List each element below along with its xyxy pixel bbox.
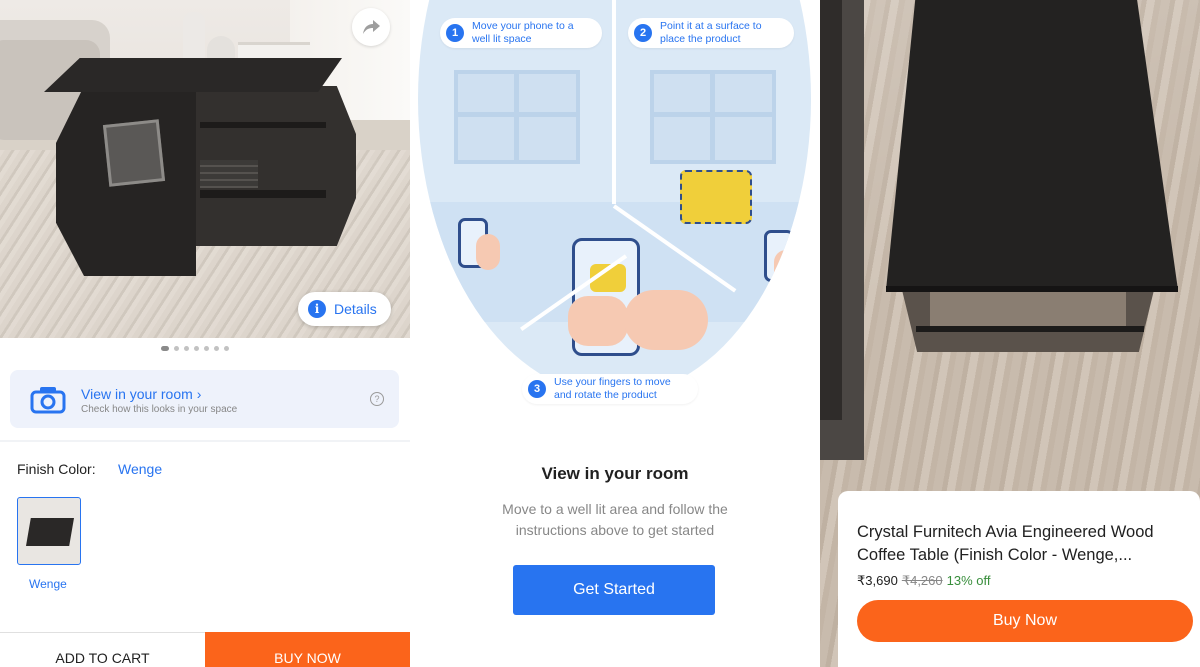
product-image[interactable]: i Details bbox=[0, 0, 410, 338]
instruction-step-2: 2 Point it at a surface to place the pro… bbox=[628, 18, 794, 48]
details-button[interactable]: i Details bbox=[298, 292, 391, 326]
step-number: 3 bbox=[528, 380, 546, 398]
original-price: ₹4,260 bbox=[901, 573, 943, 588]
carousel-dot[interactable] bbox=[174, 346, 179, 351]
carousel-dot[interactable] bbox=[224, 346, 229, 351]
info-icon: i bbox=[308, 300, 326, 318]
swatch-thumbnail bbox=[26, 518, 74, 546]
instruction-step-1: 1 Move your phone to a well lit space bbox=[440, 18, 602, 48]
instruction-text: Move to a well lit area and follow the i… bbox=[502, 501, 728, 538]
color-swatch-wenge[interactable] bbox=[17, 497, 81, 565]
instruction-illustration bbox=[418, 0, 811, 396]
view-room-subtitle: Check how this looks in your space bbox=[81, 404, 238, 415]
product-page-screen: i Details View in your room › Check how … bbox=[0, 0, 410, 667]
step-number: 2 bbox=[634, 24, 652, 42]
share-icon bbox=[363, 20, 380, 34]
finish-color-value: Wenge bbox=[118, 461, 163, 477]
add-to-cart-button[interactable]: ADD TO CART bbox=[0, 632, 205, 667]
product-title: Crystal Furnitech Avia Engineered Wood C… bbox=[857, 523, 1154, 564]
help-icon[interactable]: ? bbox=[370, 392, 384, 406]
step-text: Use your fingers to move and rotate the … bbox=[554, 376, 671, 401]
page-title: View in your room bbox=[541, 464, 689, 483]
view-in-room-card[interactable]: View in your room › Check how this looks… bbox=[10, 370, 399, 428]
divider bbox=[0, 440, 410, 442]
finish-color-label: Finish Color: bbox=[17, 461, 96, 477]
carousel-dot[interactable] bbox=[204, 346, 209, 351]
carousel-indicator bbox=[161, 346, 229, 351]
instruction-step-3: 3 Use your fingers to move and rotate th… bbox=[522, 374, 698, 404]
details-label: Details bbox=[334, 301, 377, 317]
product-sheet: Crystal Furnitech Avia Engineered Wood C… bbox=[838, 491, 1200, 667]
carousel-dot[interactable] bbox=[214, 346, 219, 351]
ar-coffee-table-model[interactable] bbox=[886, 0, 1178, 290]
selling-price: ₹3,690 bbox=[857, 573, 898, 588]
coffee-table-image bbox=[44, 58, 342, 92]
carousel-dot[interactable] bbox=[194, 346, 199, 351]
discount-badge: 13% off bbox=[946, 573, 991, 588]
ar-instructions-screen: 1 Move your phone to a well lit space 2 … bbox=[410, 0, 820, 667]
step-text: Point it at a surface to place the produ… bbox=[660, 20, 762, 45]
step-text: Move your phone to a well lit space bbox=[472, 20, 574, 45]
bottom-action-bar: ADD TO CART BUY NOW bbox=[0, 632, 410, 667]
price-row: ₹3,690 ₹4,260 13% off bbox=[857, 573, 990, 589]
camera-icon bbox=[30, 387, 66, 414]
step-number: 1 bbox=[446, 24, 464, 42]
chevron-right-icon: › bbox=[196, 386, 202, 402]
buy-now-button[interactable]: Buy Now bbox=[857, 600, 1193, 642]
share-button[interactable] bbox=[352, 8, 390, 46]
get-started-button[interactable]: Get Started bbox=[513, 565, 715, 615]
ar-view-screen: Crystal Furnitech Avia Engineered Wood C… bbox=[820, 0, 1200, 667]
chair-illustration bbox=[680, 170, 752, 224]
buy-now-button[interactable]: BUY NOW bbox=[205, 632, 410, 667]
carousel-dot[interactable] bbox=[161, 346, 169, 351]
carousel-dot[interactable] bbox=[184, 346, 189, 351]
swatch-label: Wenge bbox=[29, 577, 67, 591]
view-room-title: View in your room bbox=[81, 386, 193, 402]
